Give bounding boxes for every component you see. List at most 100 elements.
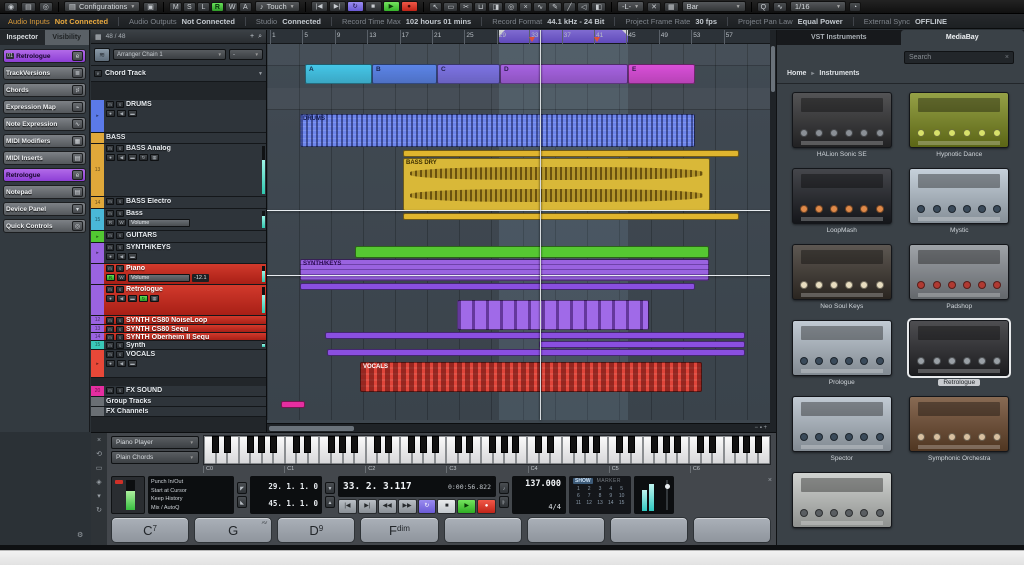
player-mode-select[interactable]: Piano Player ▼ [111,436,199,449]
section-icon-retrologue[interactable]: e [72,170,83,180]
inspector-section-device-panel[interactable]: Device Panel▾ [3,202,86,216]
tab-inspector[interactable]: Inspector [0,30,45,45]
edit-icon[interactable]: ⟲ [96,450,102,458]
glue-tool[interactable]: ⊔ [474,2,487,12]
record-button[interactable]: ● [401,1,418,12]
zoom-tool[interactable]: ◎ [504,2,518,12]
left-locator-value[interactable]: 29. 1. 1. 0 [254,482,318,491]
black-key[interactable] [432,436,439,453]
track-control-1[interactable]: ◀ [117,360,126,367]
locator-display[interactable]: 29. 1. 1. 0 45. 1. 1. 0 [250,476,322,514]
black-key[interactable] [328,436,335,453]
black-key[interactable] [420,436,427,453]
track-row-group-tracks[interactable]: Group Tracks [91,397,266,407]
tempo-display[interactable]: 137.000 4/4 [512,476,566,514]
read-automation-button[interactable]: R [106,219,115,226]
chord-pad-g[interactable]: GAV [194,517,272,543]
breadcrumb-home[interactable]: Home [787,70,806,77]
play-tool[interactable]: ◁ [577,2,590,12]
piano-keyboard[interactable] [203,435,771,465]
timeline-ruler[interactable]: 159131721252933374145495357 [267,30,770,44]
black-key[interactable] [374,436,381,453]
rewind-button[interactable]: ◀◀ [378,499,397,514]
tempo-track-button[interactable]: 𝄆 [499,496,509,508]
instrument-hypnotic-dance[interactable]: Hypnotic Dance [909,92,1011,158]
erase-tool[interactable]: ◨ [488,2,503,12]
arranger-section-c[interactable]: C [437,64,500,84]
track-row-drums[interactable]: ▸msDRUMS●◀▬ [91,100,266,133]
locator-left-button[interactable]: ◤ [237,482,247,494]
time-signature-value[interactable]: 4/4 [517,503,561,511]
marker-5-button[interactable]: 5 [616,486,627,492]
marker-9-button[interactable]: 9 [605,493,616,499]
region-drums[interactable]: DRUMS [300,114,695,147]
iterative-quantize-icon[interactable]: ◔ [849,2,861,12]
arranger-extra-select[interactable]: - ▼ [229,49,263,60]
metronome-button[interactable]: ♪ [499,482,509,494]
black-key[interactable] [293,436,300,453]
range-select-tool[interactable]: ▭ [443,2,458,12]
mute-button[interactable]: m [106,326,114,332]
mute-button[interactable]: m [106,198,114,205]
section-icon-quick-controls[interactable]: ◎ [72,221,83,231]
black-key[interactable] [224,436,231,453]
song-position-value[interactable]: 33. 2. 3.117 [343,481,412,492]
refresh-icon[interactable]: ↻ [96,506,102,514]
section-icon-midi-inserts[interactable]: ▤ [72,153,83,163]
solo-button[interactable]: s [116,265,124,272]
marker-15-button[interactable]: 15 [616,500,627,506]
mute-button[interactable]: m [106,342,114,349]
instrument-padshop[interactable]: Padshop [909,244,1011,310]
inspector-section-expression-map[interactable]: Expression Map⌁ [3,100,86,114]
track-control-3[interactable]: ↻ [139,154,148,161]
black-key[interactable] [547,436,554,453]
black-key[interactable] [570,436,577,453]
black-key[interactable] [385,436,392,453]
inspector-section-notepad[interactable]: Notepad▤ [3,185,86,199]
pin-icon[interactable]: ◈ [96,478,101,486]
section-icon-expression-map[interactable]: ⌁ [72,102,83,112]
black-key[interactable] [709,436,716,453]
automation-r-button[interactable]: R [211,2,224,12]
instrument-neo-soul-keys[interactable]: Neo Soul Keys [791,244,893,310]
marker-6-button[interactable]: 6 [573,493,584,499]
instrument-prologue[interactable]: Prologue [791,320,893,386]
marker-2-button[interactable]: 2 [584,486,595,492]
marker-8-button[interactable]: 8 [595,493,606,499]
black-key[interactable] [535,436,542,453]
chord-mode-select[interactable]: Plain Chords ▼ [111,451,199,464]
solo-button[interactable]: s [116,387,124,394]
marker-1-button[interactable]: 1 [573,486,584,492]
locator-right-button[interactable]: ◣ [237,496,247,508]
track-row-bass[interactable]: 15msBassRWVolume [91,209,266,231]
time-display[interactable]: 33. 2. 3.117 0:00:56.822 [338,476,496,497]
chord-track-mute-button[interactable]: e [94,70,102,77]
inspector-section-retrologue[interactable]: 01Retrologuee [3,49,86,63]
instrument-loopmash[interactable]: LoopMash [791,168,893,234]
mute-button[interactable]: m [106,101,114,108]
cycle-button[interactable]: ↻ [418,499,437,514]
instrument-symphonic-orchestra[interactable]: Symphonic Orchestra [909,396,1011,462]
region-clip-9[interactable] [539,341,745,348]
black-key[interactable] [351,436,358,453]
solo-button[interactable]: s [116,334,124,340]
region-clip-6[interactable] [300,283,695,290]
automation-a-button[interactable]: A [239,2,252,12]
black-key[interactable] [212,436,219,453]
close-lower-zone-icon[interactable]: × [768,477,772,484]
chord-pad-d9[interactable]: D9 [277,517,355,543]
write-automation-button[interactable]: W [117,274,126,281]
mute-button[interactable]: m [106,286,114,293]
clock-time-value[interactable]: 0:00:56.822 [448,483,491,491]
gear-icon[interactable]: ⚙ [77,531,83,539]
section-icon-trackversions[interactable]: ≣ [72,68,83,78]
punch-in-button[interactable]: ▼ [325,482,335,494]
volume-parameter[interactable]: Volume [128,219,190,227]
region-vocals[interactable]: VOCALS [360,362,702,392]
black-key[interactable] [697,436,704,453]
color-tool[interactable]: ◧ [591,2,606,12]
mute-tool[interactable]: × [519,2,532,12]
media-rack-icon[interactable]: ▤ [21,2,36,12]
add-track-button[interactable]: + [250,33,254,40]
quantize-select[interactable]: 1/16▼ [790,1,846,12]
